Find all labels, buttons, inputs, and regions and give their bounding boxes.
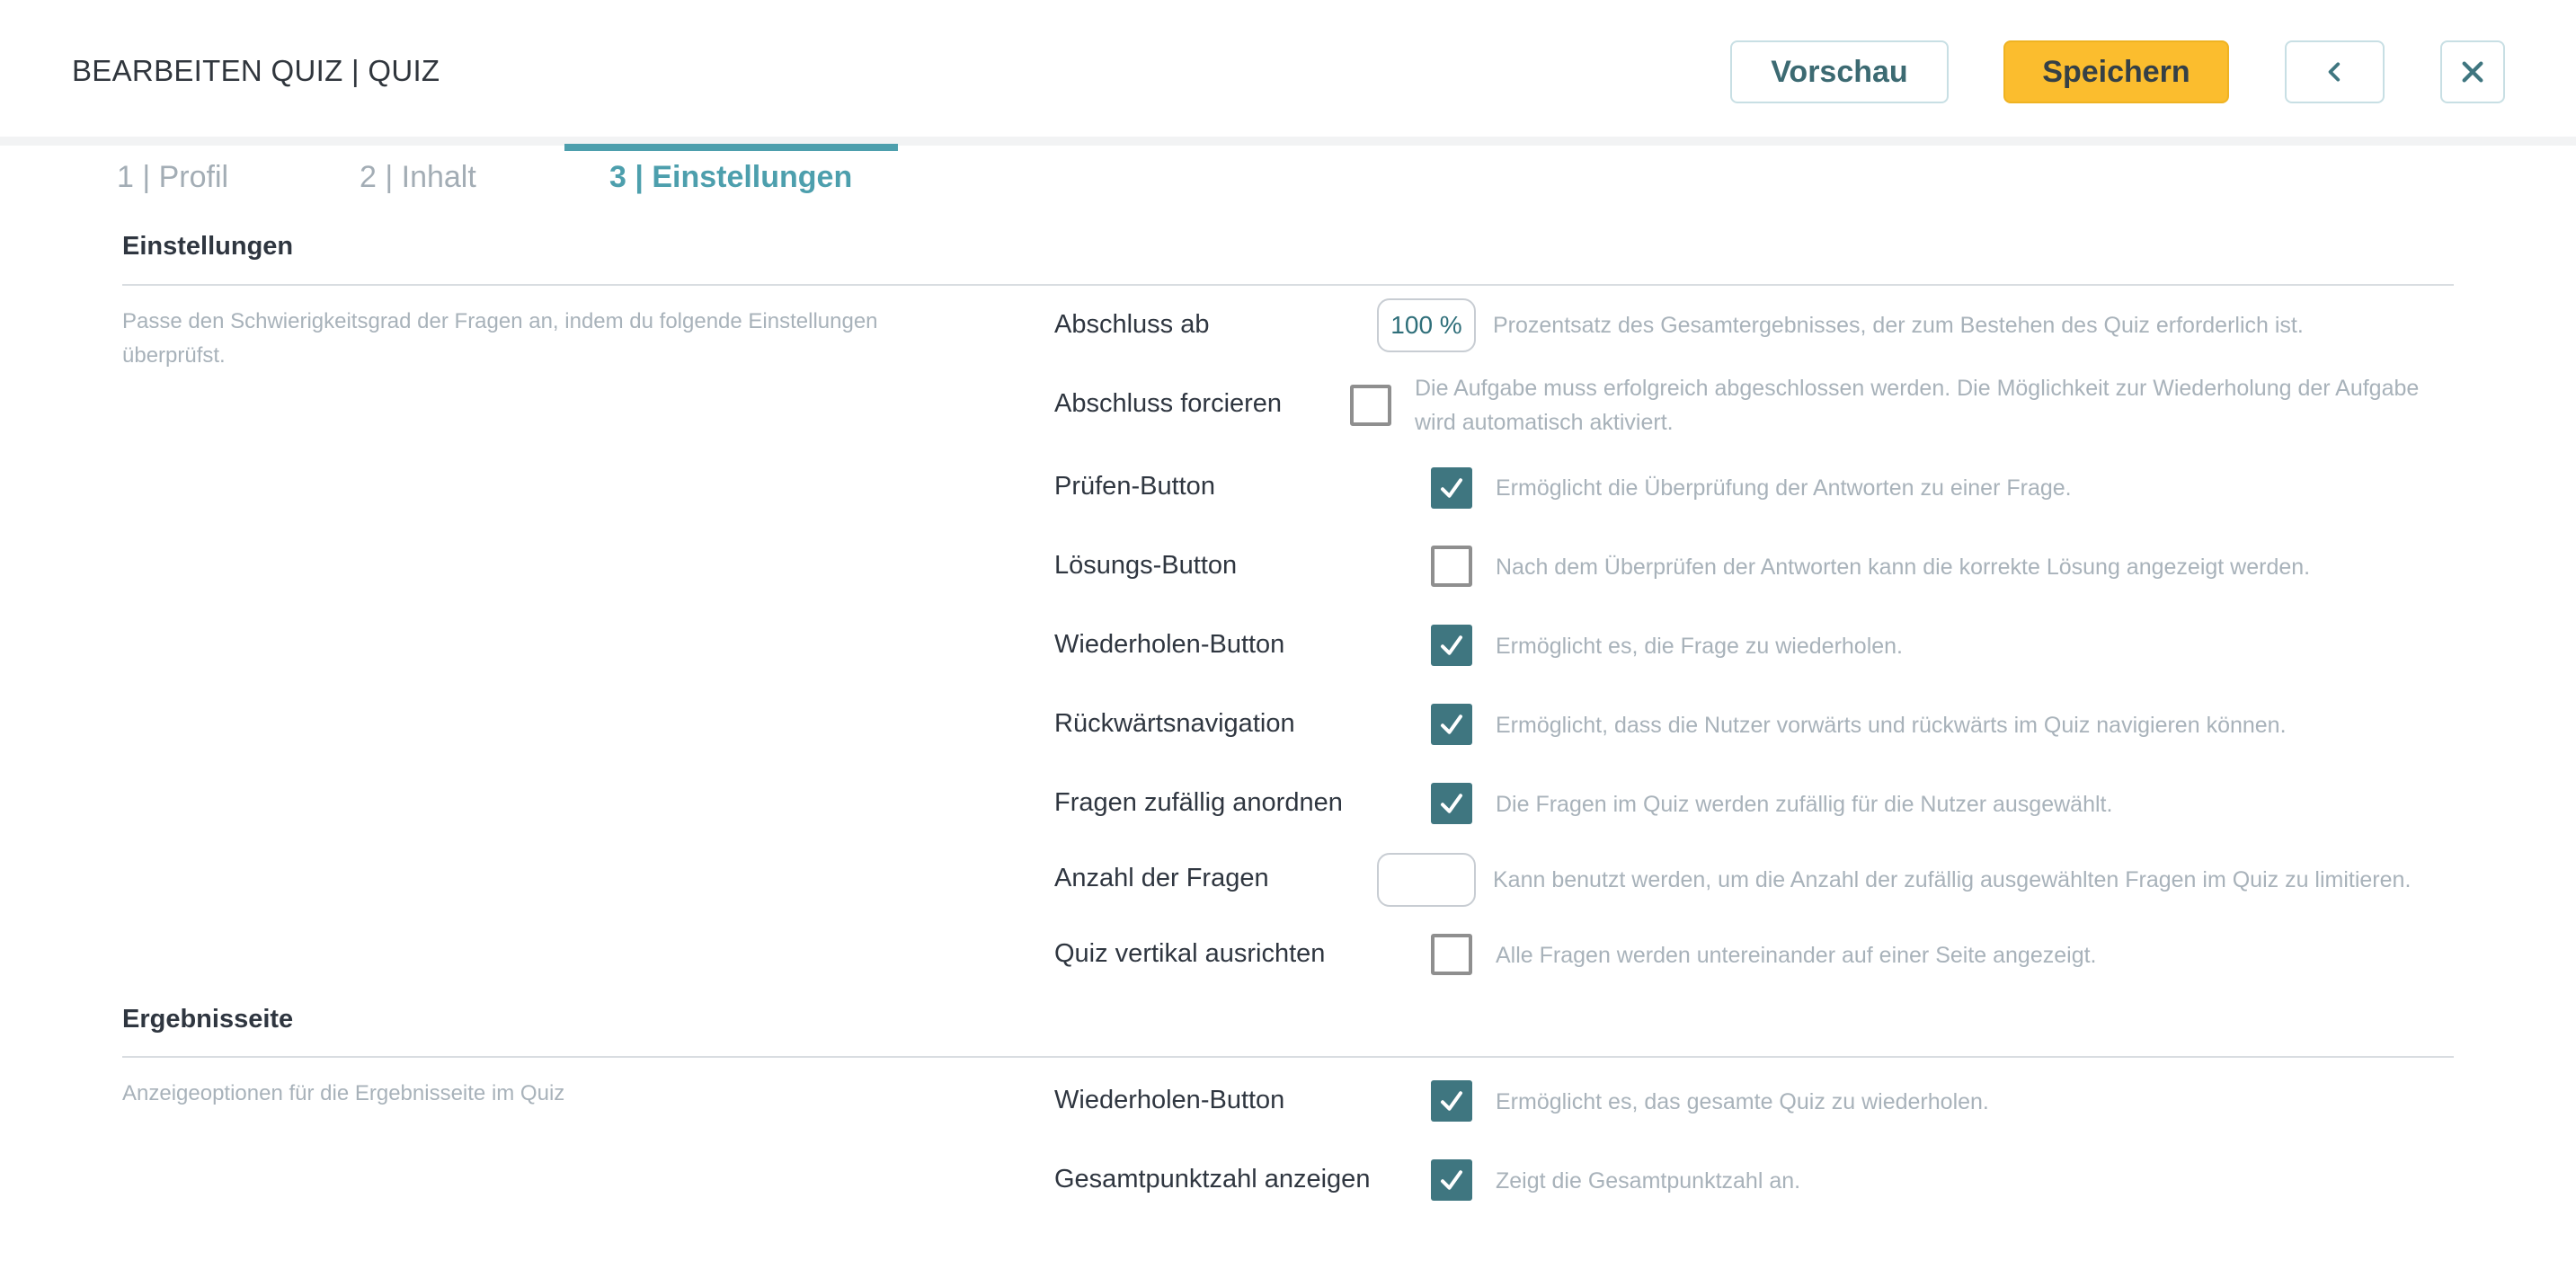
results-description: Anzeigeoptionen für die Ergebnisseite im…: [122, 1081, 565, 1105]
settings-divider: [122, 284, 2454, 286]
check-button-help: Ermöglicht die Überprüfung der Antworten…: [1496, 475, 2072, 501]
checkmark-icon: [1441, 714, 1462, 734]
checkmark-icon: [1441, 1170, 1462, 1190]
back-button[interactable]: [2285, 40, 2385, 103]
chevron-left-icon: [2328, 62, 2340, 82]
settings-description: Passe den Schwierigkeitsgrad der Fragen …: [122, 309, 878, 368]
preview-button[interactable]: Vorschau: [1730, 40, 1949, 103]
close-button[interactable]: [2440, 40, 2505, 103]
page-header: BEARBEITEN QUIZ | QUIZ Vorschau Speicher…: [0, 0, 2576, 146]
retry-button-help: Ermöglicht es, die Frage zu wiederholen.: [1496, 634, 1904, 659]
backward-navigation-checkbox[interactable]: [1431, 704, 1472, 745]
checkmark-icon: [1441, 635, 1462, 655]
passing-threshold-input[interactable]: 100 %: [1377, 298, 1476, 352]
check-button-label: Prüfen-Button: [1054, 472, 1215, 501]
force-completion-label: Abschluss forcieren: [1054, 389, 1283, 418]
results-divider: [122, 1056, 2454, 1058]
results-retry-button-checkbox[interactable]: [1431, 1080, 1472, 1122]
retry-button-label: Wiederholen-Button: [1054, 630, 1285, 659]
force-completion-help: Die Aufgabe muss erfolgreich abgeschloss…: [1415, 376, 2420, 435]
passing-threshold-label: Abschluss ab: [1054, 310, 1210, 339]
vertical-layout-checkbox[interactable]: [1431, 934, 1472, 975]
results-retry-button-label: Wiederholen-Button: [1054, 1086, 1285, 1114]
question-count-input[interactable]: [1377, 853, 1476, 907]
solution-button-label: Lösungs-Button: [1054, 551, 1238, 580]
force-completion-checkbox[interactable]: [1350, 385, 1391, 426]
results-section-title: Ergebnisseite: [122, 1005, 294, 1034]
checkmark-icon: [1441, 1091, 1462, 1111]
check-button-checkbox[interactable]: [1431, 467, 1472, 509]
solution-button-help: Nach dem Überprüfen der Antworten kann d…: [1496, 555, 2311, 580]
shuffle-questions-help: Die Fragen im Quiz werden zufällig für d…: [1496, 792, 2113, 817]
page-title: BEARBEITEN QUIZ | QUIZ: [72, 54, 440, 87]
checkmark-icon: [1441, 794, 1462, 813]
backward-navigation-label: Rückwärtsnavigation: [1054, 709, 1295, 738]
backward-navigation-help: Ermöglicht, dass die Nutzer vorwärts und…: [1496, 713, 2287, 738]
shuffle-questions-label: Fragen zufällig anordnen: [1054, 788, 1343, 817]
vertical-layout-label: Quiz vertikal ausrichten: [1054, 939, 1326, 968]
vertical-layout-help: Alle Fragen werden untereinander auf ein…: [1496, 943, 2097, 968]
question-count-label: Anzahl der Fragen: [1054, 864, 1269, 892]
passing-threshold-help: Prozentsatz des Gesamtergebnisses, der z…: [1493, 313, 2304, 338]
question-count-help: Kann benutzt werden, um die Anzahl der z…: [1493, 867, 2412, 892]
show-total-score-label: Gesamtpunktzahl anzeigen: [1054, 1165, 1371, 1194]
retry-button-checkbox[interactable]: [1431, 625, 1472, 666]
close-icon: [2462, 61, 2483, 83]
shuffle-questions-checkbox[interactable]: [1431, 783, 1472, 824]
settings-section-title: Einstellungen: [122, 232, 294, 261]
tab-profil[interactable]: 1 | Profil: [117, 146, 228, 209]
wizard-tabs: 1 | Profil 2 | Inhalt 3 | Einstellungen: [0, 146, 2576, 209]
save-button[interactable]: Speichern: [2003, 40, 2229, 103]
tab-einstellungen[interactable]: 3 | Einstellungen: [609, 146, 852, 209]
solution-button-checkbox[interactable]: [1431, 546, 1472, 587]
results-retry-button-help: Ermöglicht es, das gesamte Quiz zu wiede…: [1496, 1089, 1989, 1114]
show-total-score-help: Zeigt die Gesamtpunktzahl an.: [1496, 1168, 1801, 1194]
tab-inhalt[interactable]: 2 | Inhalt: [360, 146, 476, 209]
checkmark-icon: [1441, 478, 1462, 498]
show-total-score-checkbox[interactable]: [1431, 1159, 1472, 1201]
